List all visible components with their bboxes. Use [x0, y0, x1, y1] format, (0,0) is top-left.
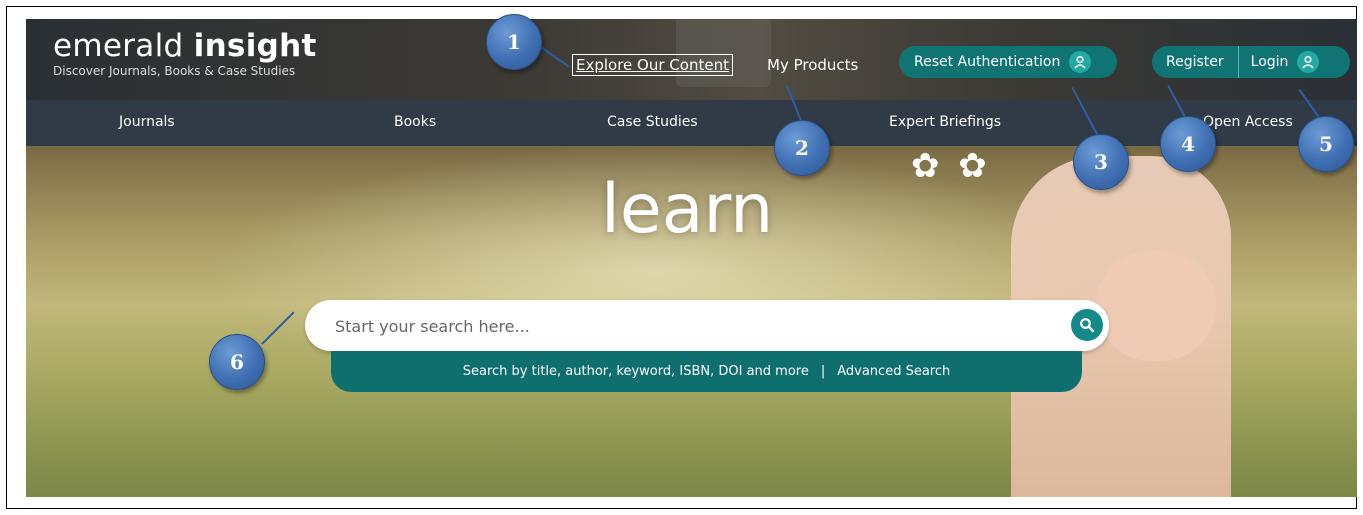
account-buttons: Register Login	[1152, 46, 1350, 78]
header-dropdown-panel	[676, 19, 771, 87]
callout-3: 3	[1073, 134, 1129, 190]
login-label: Login	[1250, 54, 1289, 70]
hero-banner: ✿ ✿ learn Search by title, author, keywo…	[26, 146, 1357, 497]
hero-headline: learn	[601, 170, 774, 249]
search-box	[305, 300, 1109, 351]
main-navigation: Journals Books Case Studies Expert Brief…	[26, 100, 1357, 146]
callout-1: 1	[486, 14, 542, 70]
search-button[interactable]	[1071, 309, 1103, 341]
callout-5: 5	[1298, 116, 1354, 172]
search-hint-text: Search by title, author, keyword, ISBN, …	[462, 364, 809, 379]
user-icon	[1297, 51, 1320, 73]
register-button[interactable]: Register	[1152, 46, 1239, 78]
daisy-flowers-decoration: ✿ ✿	[911, 146, 991, 186]
explore-content-link[interactable]: Explore Our Content	[572, 54, 733, 76]
logo-light: emerald	[53, 28, 184, 64]
logo-tagline: Discover Journals, Books & Case Studies	[53, 64, 296, 78]
nav-item-open-access[interactable]: Open Access	[1203, 114, 1293, 130]
hands-image-decoration-2	[1096, 251, 1216, 361]
search-hint-bar: Search by title, author, keyword, ISBN, …	[331, 351, 1082, 392]
callout-2: 2	[774, 120, 830, 176]
nav-item-books[interactable]: Books	[394, 114, 436, 130]
nav-item-expert-briefings[interactable]: Expert Briefings	[889, 114, 1001, 130]
user-icon	[1069, 51, 1092, 73]
logo-wordmark: emerald insight	[53, 29, 317, 63]
nav-item-journals[interactable]: Journals	[119, 114, 175, 130]
reset-authentication-button[interactable]: Reset Authentication	[899, 46, 1117, 78]
site-header: emerald insight Discover Journals, Books…	[26, 19, 1357, 100]
nav-item-case-studies[interactable]: Case Studies	[607, 114, 698, 130]
website-screenshot: emerald insight Discover Journals, Books…	[26, 19, 1357, 497]
advanced-search-link[interactable]: Advanced Search	[837, 364, 950, 379]
reset-authentication-label: Reset Authentication	[914, 54, 1061, 70]
logo-bold: insight	[193, 28, 317, 64]
site-logo[interactable]: emerald insight Discover Journals, Books…	[53, 29, 317, 78]
search-input[interactable]	[333, 314, 1037, 338]
search-icon	[1080, 318, 1095, 333]
hint-separator: |	[820, 364, 826, 379]
callout-6: 6	[209, 334, 265, 390]
callout-4: 4	[1160, 116, 1216, 172]
my-products-link[interactable]: My Products	[767, 56, 858, 74]
login-button[interactable]: Login	[1239, 51, 1320, 73]
